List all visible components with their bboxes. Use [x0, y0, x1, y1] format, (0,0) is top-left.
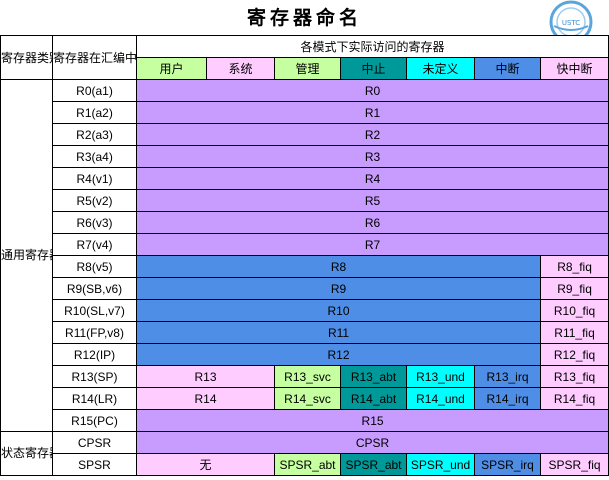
category-general: 通用寄存器和程序计数器 — [0, 79, 53, 432]
reg-name: R1(a2) — [52, 101, 137, 124]
reg-cell: R11 — [136, 321, 541, 344]
mode-header-abort: 中止 — [340, 57, 407, 80]
reg-cell-irq: R14_irq — [474, 387, 541, 410]
reg-cell-none: 无 — [136, 453, 275, 476]
reg-name: R5(v2) — [52, 189, 137, 212]
mode-header-user: 用户 — [136, 57, 207, 80]
reg-cell-abt: R13_abt — [340, 365, 407, 388]
reg-cell: R7 — [135, 233, 609, 256]
reg-name: R3(a4) — [52, 145, 137, 168]
category-status: 状态寄存器 — [0, 431, 53, 476]
reg-cell-fiq: R11_fiq — [539, 321, 609, 344]
reg-cell-irq: SPSR_irq — [474, 453, 541, 476]
reg-cell-irq: R13_irq — [474, 365, 541, 388]
reg-name: R13(SP) — [52, 365, 137, 388]
reg-cell: R10 — [136, 299, 541, 322]
reg-cell-fiq: R14_fiq — [539, 387, 609, 410]
reg-cell: CPSR — [135, 431, 609, 454]
reg-cell-fiq: R12_fiq — [539, 343, 609, 366]
reg-cell-fiq: R9_fiq — [539, 277, 609, 300]
reg-name: R14(LR) — [52, 387, 137, 410]
mode-header-irq: 中断 — [474, 57, 541, 80]
mode-header-system: 系统 — [206, 57, 275, 80]
reg-cell-svc: SPSR_abt — [274, 453, 341, 476]
logo-text: USTC — [562, 19, 580, 27]
reg-cell-und: R13_und — [406, 365, 475, 388]
reg-name: R9(SB,v6) — [52, 277, 137, 300]
reg-cell: R1 — [135, 101, 609, 124]
reg-cell-fiq: R8_fiq — [539, 255, 609, 278]
reg-name: R0(a1) — [52, 79, 137, 102]
reg-name: SPSR — [52, 453, 137, 476]
reg-cell-svc: R14_svc — [274, 387, 341, 410]
reg-name: R6(v3) — [52, 211, 137, 234]
reg-cell: R5 — [135, 189, 609, 212]
reg-cell: R0 — [135, 79, 609, 102]
reg-cell-abt: SPSR_abt — [340, 453, 407, 476]
header-modes-title: 各模式下实际访问的寄存器 — [135, 35, 609, 58]
reg-name: R4(v1) — [52, 167, 137, 190]
reg-cell: R8 — [136, 255, 541, 278]
reg-cell-abt: R14_abt — [340, 387, 407, 410]
reg-cell: R14 — [136, 387, 275, 410]
reg-name: R8(v5) — [52, 255, 137, 278]
reg-name: R7(v4) — [52, 233, 137, 256]
reg-cell-und: SPSR_und — [406, 453, 475, 476]
reg-cell-fiq: R10_fiq — [539, 299, 609, 322]
header-category: 寄存器类别 — [0, 35, 53, 80]
reg-cell: R12 — [136, 343, 541, 366]
page-title: 寄存器命名 — [246, 7, 362, 29]
reg-name: R12(IP) — [52, 343, 137, 366]
reg-name: R11(FP,v8) — [52, 321, 137, 344]
register-table: 寄存器类别 寄存器在汇编中的名称 各模式下实际访问的寄存器 用户 系统 管理 中… — [0, 35, 609, 476]
reg-name: CPSR — [52, 431, 137, 454]
mode-header-supervisor: 管理 — [274, 57, 341, 80]
reg-cell: R6 — [135, 211, 609, 234]
reg-cell: R4 — [135, 167, 609, 190]
mode-header-undefined: 未定义 — [406, 57, 475, 80]
reg-cell-svc: R13_svc — [274, 365, 341, 388]
reg-cell: R15 — [135, 409, 609, 432]
reg-cell: R3 — [135, 145, 609, 168]
reg-name: R15(PC) — [52, 409, 137, 432]
header-asm-name: 寄存器在汇编中的名称 — [52, 35, 137, 80]
reg-cell-und: R14_und — [406, 387, 475, 410]
reg-cell: R9 — [136, 277, 541, 300]
reg-name: R2(a3) — [52, 123, 137, 146]
reg-cell-fiq: SPSR_fiq — [539, 453, 609, 476]
reg-name: R10(SL,v7) — [52, 299, 137, 322]
reg-cell: R2 — [135, 123, 609, 146]
reg-cell: R13 — [136, 365, 275, 388]
reg-cell-fiq: R13_fiq — [539, 365, 609, 388]
mode-header-fiq: 快中断 — [539, 57, 609, 80]
